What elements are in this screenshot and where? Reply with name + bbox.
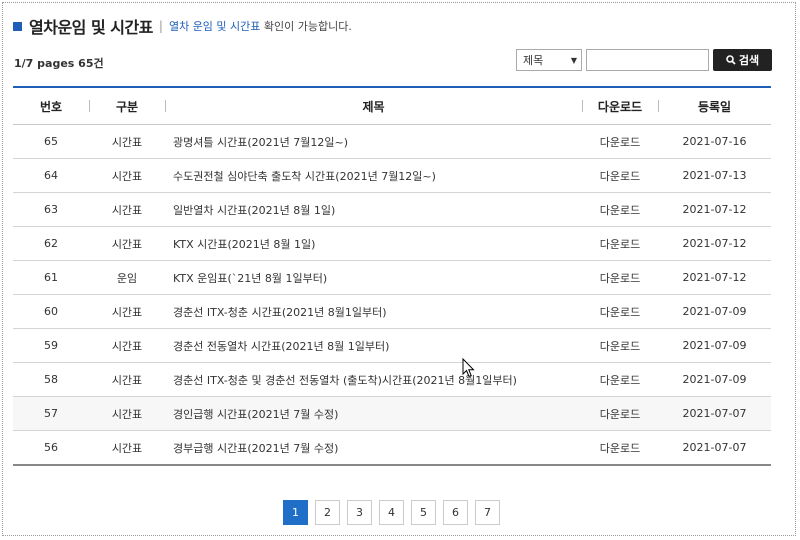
page-button-2[interactable]: 2 <box>315 500 340 525</box>
col-header-type: 구분 <box>89 86 165 125</box>
row-title-link[interactable]: 일반열차 시간표(2021년 8월 1일) <box>165 192 582 227</box>
page-button-6[interactable]: 6 <box>443 500 468 525</box>
row-type: 시간표 <box>89 192 165 227</box>
table-row[interactable]: 59 시간표 경춘선 전동열차 시간표(2021년 8월 1일부터) 다운로드 2021… <box>13 328 771 363</box>
row-download-link[interactable]: 다운로드 <box>582 124 658 159</box>
page-title: 열차운임 및 시간표 <box>29 18 153 37</box>
row-number: 60 <box>13 294 89 329</box>
row-date: 2021-07-09 <box>658 328 771 363</box>
row-title-link[interactable]: 경춘선 ITX-청춘 및 경춘선 전동열차 (출도착)시간표(2021년 8월1… <box>165 362 582 397</box>
row-title-link[interactable]: 경춘선 ITX-청춘 시간표(2021년 8월1일부터) <box>165 294 582 329</box>
row-download-link[interactable]: 다운로드 <box>582 192 658 227</box>
page-button-4[interactable]: 4 <box>379 500 404 525</box>
search-button-label: 검색 <box>738 54 760 67</box>
search-button[interactable]: 검색 <box>713 49 772 71</box>
row-date: 2021-07-07 <box>658 430 771 466</box>
row-number: 64 <box>13 158 89 193</box>
table-row[interactable]: 60 시간표 경춘선 ITX-청춘 시간표(2021년 8월1일부터) 다운로드 202… <box>13 294 771 329</box>
row-type: 시간표 <box>89 294 165 329</box>
row-title-link[interactable]: 경인급행 시간표(2021년 7월 수정) <box>165 396 582 431</box>
table-header-row: 번호 구분 제목 다운로드 등록일 <box>13 86 771 125</box>
row-title-link[interactable]: 수도권전철 심야단축 출도착 시간표(2021년 7월12일~) <box>165 158 582 193</box>
row-title-link[interactable]: 경부급행 시간표(2021년 7월 수정) <box>165 430 582 466</box>
row-number: 59 <box>13 328 89 363</box>
table-row[interactable]: 64 시간표 수도권전철 심야단축 출도착 시간표(2021년 7월12일~) 다운로… <box>13 158 771 193</box>
title-separator: | <box>158 19 163 33</box>
pagination: 1234567 <box>283 500 507 525</box>
search-input[interactable] <box>586 49 709 71</box>
table-row[interactable]: 65 시간표 광명셔틀 시간표(2021년 7월12일~) 다운로드 2021-07-1… <box>13 124 771 159</box>
row-title-link[interactable]: KTX 시간표(2021년 8월 1일) <box>165 226 582 261</box>
table-row[interactable]: 57 시간표 경인급행 시간표(2021년 7월 수정) 다운로드 2021-07-07 <box>13 396 771 431</box>
col-header-title-label: 제목 <box>362 99 385 114</box>
row-download-link[interactable]: 다운로드 <box>582 328 658 363</box>
row-date: 2021-07-12 <box>658 260 771 295</box>
row-type: 시간표 <box>89 124 165 159</box>
col-header-number: 번호 <box>13 86 89 125</box>
row-date: 2021-07-13 <box>658 158 771 193</box>
row-date: 2021-07-09 <box>658 362 771 397</box>
table-row[interactable]: 63 시간표 일반열차 시간표(2021년 8월 1일) 다운로드 2021-07-12 <box>13 192 771 227</box>
page-button-7[interactable]: 7 <box>475 500 500 525</box>
row-type: 운임 <box>89 260 165 295</box>
square-bullet-icon <box>13 21 22 31</box>
description-highlight: 열차 운임 및 시간표 <box>168 20 261 33</box>
row-date: 2021-07-16 <box>658 124 771 159</box>
col-header-download: 다운로드 <box>582 86 658 125</box>
row-type: 시간표 <box>89 396 165 431</box>
timetable-list: 번호 구분 제목 다운로드 등록일 65 시간표 광명셔틀 시간표(2021년 7월… <box>13 86 771 466</box>
row-type: 시간표 <box>89 362 165 397</box>
row-date: 2021-07-12 <box>658 192 771 227</box>
row-number: 63 <box>13 192 89 227</box>
row-number: 58 <box>13 362 89 397</box>
col-header-title: 제목 <box>165 86 582 125</box>
table-body: 65 시간표 광명셔틀 시간표(2021년 7월12일~) 다운로드 2021-07-1… <box>13 124 771 466</box>
col-header-date-label: 등록일 <box>697 99 732 114</box>
col-header-download-label: 다운로드 <box>597 99 643 114</box>
row-number: 62 <box>13 226 89 261</box>
row-title-link[interactable]: KTX 운임표(`21년 8월 1일부터) <box>165 260 582 295</box>
row-title-link[interactable]: 경춘선 전동열차 시간표(2021년 8월 1일부터) <box>165 328 582 363</box>
page-description: 열차 운임 및 시간표 확인이 가능합니다. <box>169 18 352 34</box>
table-row[interactable]: 61 운임 KTX 운임표(`21년 8월 1일부터) 다운로드 2021-07-12 <box>13 260 771 295</box>
row-number: 57 <box>13 396 89 431</box>
page-header: 열차운임 및 시간표 | 열차 운임 및 시간표 확인이 가능합니다. <box>13 12 352 40</box>
row-download-link[interactable]: 다운로드 <box>582 396 658 431</box>
row-date: 2021-07-07 <box>658 396 771 431</box>
col-header-date: 등록일 <box>658 86 771 125</box>
search-bar: 제목 ▼ 검색 <box>516 49 772 71</box>
row-type: 시간표 <box>89 158 165 193</box>
row-date: 2021-07-09 <box>658 294 771 329</box>
row-title-link[interactable]: 광명셔틀 시간표(2021년 7월12일~) <box>165 124 582 159</box>
row-number: 65 <box>13 124 89 159</box>
page-button-3[interactable]: 3 <box>347 500 372 525</box>
row-type: 시간표 <box>89 328 165 363</box>
row-number: 56 <box>13 430 89 466</box>
row-download-link[interactable]: 다운로드 <box>582 362 658 397</box>
row-number: 61 <box>13 260 89 295</box>
row-type: 시간표 <box>89 226 165 261</box>
page-count: 1/7 pages 65건 <box>14 57 104 70</box>
description-text: 확인이 가능합니다. <box>260 20 352 33</box>
row-download-link[interactable]: 다운로드 <box>582 294 658 329</box>
col-header-type-label: 구분 <box>115 99 139 114</box>
row-download-link[interactable]: 다운로드 <box>582 158 658 193</box>
table-row[interactable]: 56 시간표 경부급행 시간표(2021년 7월 수정) 다운로드 2021-07-07 <box>13 430 771 466</box>
table-row[interactable]: 58 시간표 경춘선 ITX-청춘 및 경춘선 전동열차 (출도착)시간표(2021… <box>13 362 771 397</box>
row-type: 시간표 <box>89 430 165 466</box>
chevron-down-icon: ▼ <box>570 55 577 65</box>
search-field-value: 제목 <box>523 54 544 67</box>
search-field-select[interactable]: 제목 ▼ <box>516 49 582 71</box>
page-button-5[interactable]: 5 <box>411 500 436 525</box>
row-download-link[interactable]: 다운로드 <box>582 226 658 261</box>
page-button-1[interactable]: 1 <box>283 500 308 525</box>
row-download-link[interactable]: 다운로드 <box>582 260 658 295</box>
row-download-link[interactable]: 다운로드 <box>582 430 658 466</box>
row-date: 2021-07-12 <box>658 226 771 261</box>
mouse-pointer-icon <box>462 358 475 378</box>
search-icon <box>726 55 736 65</box>
table-row[interactable]: 62 시간표 KTX 시간표(2021년 8월 1일) 다운로드 2021-07-12 <box>13 226 771 261</box>
